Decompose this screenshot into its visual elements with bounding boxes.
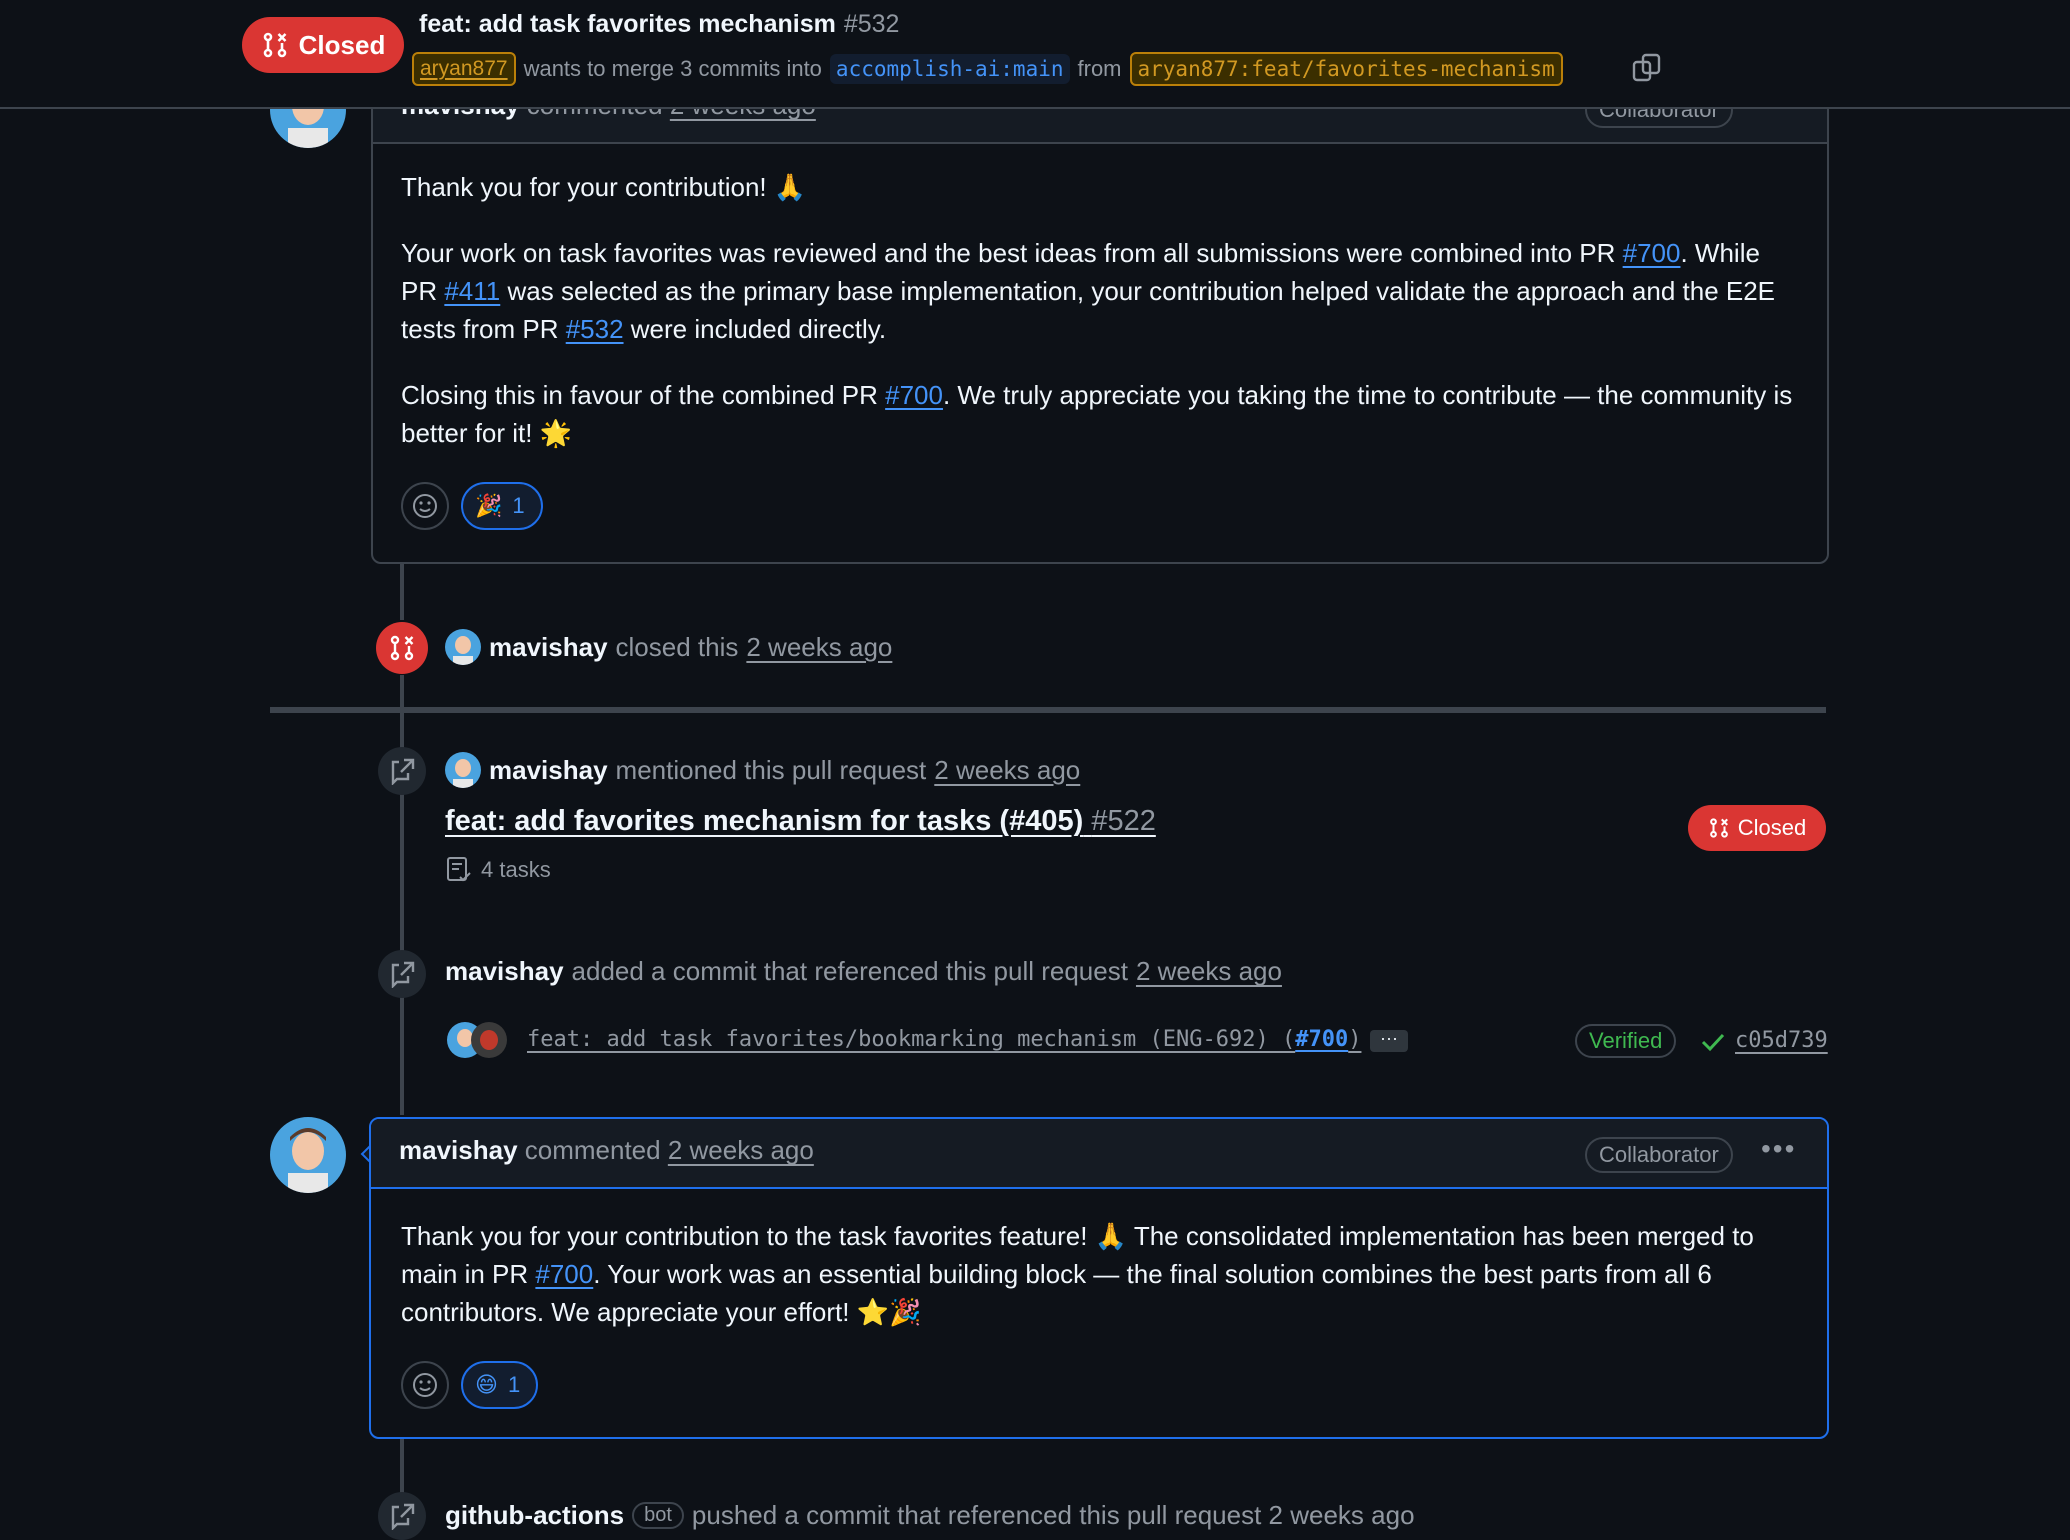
event-time[interactable]: 2 weeks ago [746,632,892,663]
text: were included directly. [623,314,887,344]
sticky-pr-header: Closed feat: add task favorites mechanis… [0,0,2070,109]
event-action: mentioned this pull request [615,754,927,785]
from-text: from [1077,56,1122,81]
collaborator-badge: Collaborator [1585,1137,1733,1173]
pr-link-700[interactable]: #700 [1295,1027,1348,1052]
pr-number: #532 [843,10,900,38]
timeline-line [400,560,404,620]
smiley-icon [413,494,437,518]
referenced-pr-title: feat: add favorites mechanism for tasks … [445,805,1084,837]
commit-avatars[interactable] [445,1020,515,1060]
pr-closed-icon [263,32,287,58]
event-time[interactable]: 2 weeks ago [1136,956,1282,987]
event-action: added a commit that referenced this pull… [571,956,1128,986]
referenced-pr-state: Closed [1688,805,1826,851]
pr-closed-icon [1709,818,1728,838]
pr-link-532[interactable]: #532 [566,314,624,344]
comment-header: mavishay commented 2 weeks ago Collabora… [371,1119,1827,1189]
pr-link-411[interactable]: #411 [444,276,500,306]
comment-time[interactable]: 2 weeks ago [668,1135,814,1165]
event-actor[interactable]: github-actions [445,1500,624,1531]
pr-state-badge: Closed [242,17,404,73]
timeline-line [400,675,404,1115]
state-label: Closed [298,29,386,60]
timeline-divider [270,707,1826,713]
avatar[interactable] [445,752,481,788]
text: . Your work was an essential building bl… [401,1259,1712,1327]
comment-box: mavishay commented 2 weeks ago Collabora… [371,72,1829,564]
verified-badge[interactable]: Verified [1575,1024,1677,1058]
reaction-count: 1 [507,1372,521,1397]
reaction-laugh[interactable]: 😄 1 [461,1361,539,1409]
head-branch[interactable]: aryan877:feat/favorites-mechanism [1129,52,1563,86]
comment-box: mavishay commented 2 weeks ago Collabora… [369,1117,1829,1439]
text: feat: add task favorites/bookmarking mec… [527,1027,1296,1052]
event-actor[interactable]: mavishay [489,755,608,786]
avatar[interactable] [270,1117,346,1193]
comment-paragraph: Thank you for your contribution to the t… [401,1217,1799,1331]
pr-link-700[interactable]: #700 [1623,238,1681,268]
reaction-hooray[interactable]: 🎉 1 [461,482,543,530]
add-reaction-button[interactable] [401,482,449,530]
commit-row: feat: add task favorites/bookmarking mec… [445,1018,1828,1066]
cross-reference-icon-wrap [378,950,426,998]
comment-menu-button[interactable]: ••• [1761,1133,1796,1165]
pr-merge-info: aryan877 wants to merge 3 commits into a… [412,52,1563,86]
event-action: closed this [615,631,739,662]
cross-reference-icon-wrap [378,747,426,795]
pr-link-700[interactable]: #700 [885,380,943,410]
copy-icon [1632,53,1661,82]
cross-reference-icon [391,1503,415,1530]
checklist-icon [447,857,471,882]
reaction-emoji: 😄 [475,1372,498,1397]
comment-paragraph: Closing this in favour of the combined P… [401,376,1799,452]
pr-link-700[interactable]: #700 [535,1259,593,1289]
mention-event: mavishay mentioned this pull request 2 w… [445,752,1080,788]
commit-message[interactable]: feat: add task favorites/bookmarking mec… [527,1027,1361,1052]
event-time[interactable]: 2 weeks ago [934,755,1080,786]
cross-reference-icon [391,961,415,988]
base-branch[interactable]: accomplish-ai:main [829,54,1070,84]
text: Closing this in favour of the combined P… [401,380,886,410]
text: Your work on task favorites was reviewed… [401,238,1623,268]
event-actor[interactable]: mavishay [489,632,608,663]
push-event: github-actions bot pushed a commit that … [445,1500,1415,1531]
pr-title: feat: add task favorites mechanism #532 [419,10,899,39]
pr-author[interactable]: aryan877 [412,52,516,86]
cross-reference-icon-wrap [378,1492,426,1540]
bot-badge: bot [632,1502,684,1529]
comment-verb: commented [524,1135,661,1165]
referenced-pr-number: #522 [1091,805,1156,837]
reaction-count: 1 [512,493,525,518]
merge-text: wants to merge 3 commits into [523,56,822,81]
add-reaction-button[interactable] [401,1361,449,1409]
check-icon[interactable] [1700,1030,1726,1054]
cross-reference-icon [391,758,415,785]
referenced-pr-tasks: 4 tasks [445,856,551,884]
closed-event-icon [376,622,428,674]
state-label: Closed [1737,815,1807,840]
pr-closed-icon [390,635,414,661]
pr-title-text: feat: add task favorites mechanism [419,10,836,38]
comment-author[interactable]: mavishay [399,1135,518,1165]
reactions-bar: 😄 1 [401,1361,1799,1409]
tasks-count: 4 tasks [481,857,551,882]
commit-sha[interactable]: c05d739 [1735,1028,1828,1053]
comment-paragraph: Your work on task favorites was reviewed… [401,234,1799,348]
commit-expand-button[interactable]: ··· [1370,1029,1408,1052]
commit-event: mavishay added a commit that referenced … [445,956,1282,987]
avatar[interactable] [445,629,481,665]
text: ) [1348,1027,1362,1052]
event-action: pushed a commit that referenced this pul… [691,1500,1415,1530]
comment-body: Thank you for your contribution to the t… [371,1189,1827,1409]
reactions-bar: 🎉 1 [401,482,1799,530]
comment-paragraph: Thank you for your contribution! 🙏 [401,172,807,202]
referenced-pr-link[interactable]: feat: add favorites mechanism for tasks … [445,805,1156,838]
comment-body: Thank you for your contribution! 🙏 Your … [373,144,1827,530]
closed-event: mavishay closed this 2 weeks ago [445,629,892,665]
reaction-emoji: 🎉 [475,493,503,518]
smiley-icon [413,1373,437,1397]
copy-branch-button[interactable] [1632,52,1662,84]
event-actor[interactable]: mavishay [445,956,564,987]
